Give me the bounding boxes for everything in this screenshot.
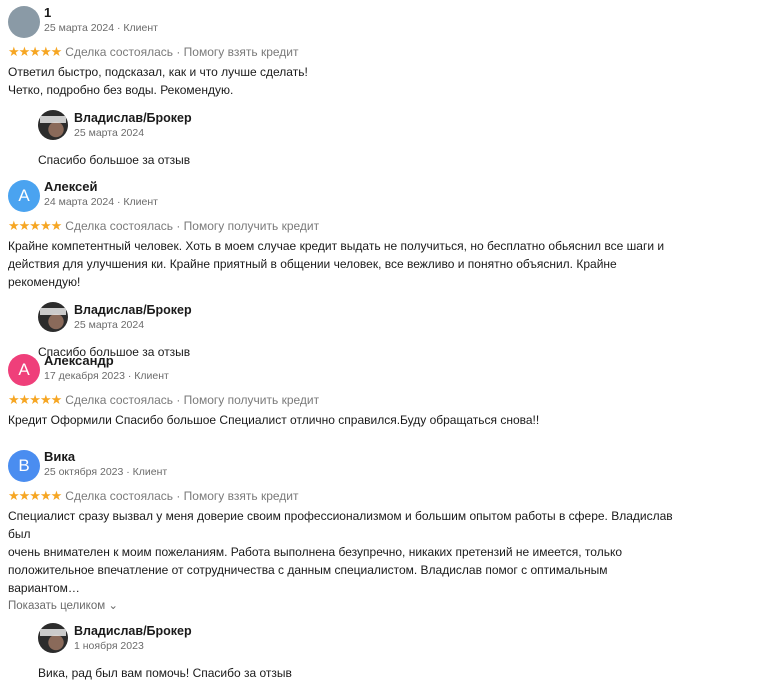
avatar[interactable]: А [8,354,40,386]
rating-row: ★★★★★ Сделка состоялась · Помогу взять к… [8,44,769,60]
review-text-line: действия для улучшения ки. Крайне приятн… [8,257,617,289]
review-text-line: положительное впечатление от сотрудничес… [8,563,608,595]
owner-reply: Владислав/Брокер 1 ноября 2023 Вика, рад… [38,622,769,681]
owner-reply: Владислав/Брокер 25 марта 2024 Спасибо б… [38,109,769,168]
review-meta: 24 марта 2024 · Клиент [44,196,158,208]
review-tags: Сделка состоялась · Помогу получить кред… [65,219,320,233]
review-card: В Вика 25 октября 2023 · Клиент ★★★★★ Сд… [8,449,769,681]
reply-author[interactable]: Владислав/Брокер [74,303,192,317]
broker-avatar[interactable] [38,302,68,332]
review-meta: 25 октября 2023 · Клиент [44,466,168,478]
review-card: А Александр 17 декабря 2023 · Клиент ★★★… [8,353,769,429]
review-text: Крайне компетентный человек. Хоть в моем… [8,237,688,291]
review-tags: Сделка состоялась · Помогу получить кред… [65,393,320,407]
review-text: Ответил быстро, подсказал, как и что луч… [8,63,673,99]
avatar[interactable]: В [8,450,40,482]
star-rating-icon: ★★★★★ [8,44,62,59]
reply-author[interactable]: Владислав/Брокер [74,111,192,125]
review-text-line: Крайне компетентный человек. Хоть в моем… [8,239,665,253]
broker-avatar[interactable] [38,110,68,140]
review-card: А Алексей 24 марта 2024 · Клиент ★★★★★ С… [8,179,769,360]
review-card: 1 25 марта 2024 · Клиент ★★★★★ Сделка со… [8,5,769,168]
star-rating-icon: ★★★★★ [8,392,62,407]
rating-row: ★★★★★ Сделка состоялась · Помогу получит… [8,218,769,234]
avatar[interactable] [8,6,40,38]
review-meta: 25 марта 2024 · Клиент [44,22,158,34]
review-text-line: очень внимателен к моим пожеланиям. Рабо… [8,545,623,559]
star-rating-icon: ★★★★★ [8,218,62,233]
review-tags: Сделка состоялась · Помогу взять кредит [65,489,299,503]
reply-text: Спасибо большое за отзыв [38,153,191,167]
review-text-line: Четко, подробно без воды. Рекомендую. [8,83,234,97]
rating-row: ★★★★★ Сделка состоялась · Помогу получит… [8,392,769,408]
reply-author[interactable]: Владислав/Брокер [74,624,192,638]
reviewer-name[interactable]: 1 [44,6,158,20]
review-header: А Алексей 24 марта 2024 · Клиент [8,179,769,213]
review-text: Специалист сразу вызвал у меня доверие с… [8,507,673,597]
review-header: А Александр 17 декабря 2023 · Клиент [8,353,769,387]
review-meta: 17 декабря 2023 · Клиент [44,370,169,382]
avatar[interactable]: А [8,180,40,212]
owner-reply: Владислав/Брокер 25 марта 2024 Спасибо б… [38,301,769,360]
reply-date: 1 ноября 2023 [74,640,144,652]
review-text-line: Ответил быстро, подсказал, как и что луч… [8,65,308,79]
reviewer-name[interactable]: Алексей [44,180,158,194]
broker-avatar[interactable] [38,623,68,653]
star-rating-icon: ★★★★★ [8,488,62,503]
reviewer-name[interactable]: Вика [44,450,167,464]
rating-row: ★★★★★ Сделка состоялась · Помогу взять к… [8,488,769,504]
review-text-line: Специалист сразу вызвал у меня доверие с… [8,509,673,541]
review-header: В Вика 25 октября 2023 · Клиент [8,449,769,483]
review-text-line: Кредит Оформили Спасибо большое Специали… [8,413,540,427]
reply-date: 25 марта 2024 [74,319,145,331]
review-tags: Сделка состоялась · Помогу взять кредит [65,45,299,59]
show-more-link[interactable]: Показать целиком ⌄ [8,598,769,614]
review-header: 1 25 марта 2024 · Клиент [8,5,769,39]
reviewer-name[interactable]: Александр [44,354,169,368]
review-text: Кредит Оформили Спасибо большое Специали… [8,411,673,429]
reply-date: 25 марта 2024 [74,127,145,139]
reply-text: Вика, рад был вам помочь! Спасибо за отз… [38,666,292,680]
